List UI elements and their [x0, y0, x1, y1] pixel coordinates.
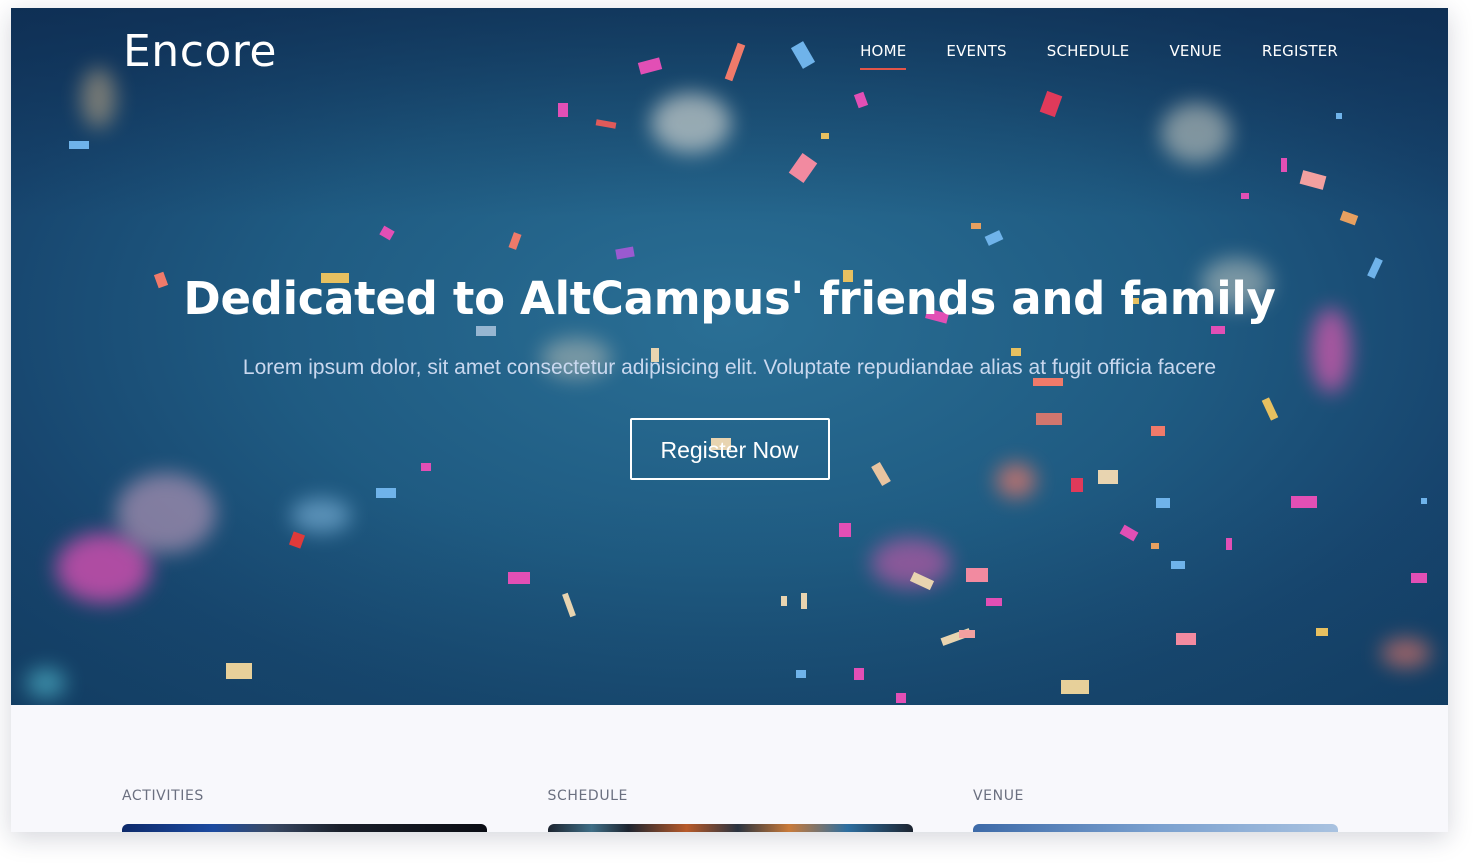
content-sections: ACTIVITIES SCHEDULE VENUE [122, 788, 1338, 832]
nav-item-home[interactable]: HOME [860, 42, 907, 70]
section-label: SCHEDULE [547, 788, 629, 804]
nav-item-register[interactable]: REGISTER [1262, 42, 1338, 70]
nav-item-events[interactable]: EVENTS [946, 42, 1006, 70]
hero-subtitle: Lorem ipsum dolor, sit amet consectetur … [242, 356, 1217, 379]
schedule-image[interactable] [547, 824, 913, 832]
section-label: ACTIVITIES [122, 788, 204, 804]
section-schedule: SCHEDULE [547, 788, 913, 832]
hero-title: Dedicated to AltCampus' friends and fami… [183, 272, 1276, 325]
nav-item-schedule[interactable]: SCHEDULE [1047, 42, 1130, 70]
section-label: VENUE [973, 788, 1024, 804]
section-activities: ACTIVITIES [122, 788, 487, 832]
venue-image[interactable] [973, 824, 1338, 832]
brand-logo[interactable]: Encore [123, 26, 277, 77]
hero-banner: Encore HOME EVENTS SCHEDULE VENUE REGIST… [11, 8, 1448, 705]
nav-item-venue[interactable]: VENUE [1169, 42, 1221, 70]
hero-content: Dedicated to AltCampus' friends and fami… [11, 272, 1448, 480]
main-nav: HOME EVENTS SCHEDULE VENUE REGISTER [860, 42, 1338, 70]
browser-viewport: Encore HOME EVENTS SCHEDULE VENUE REGIST… [11, 8, 1448, 832]
activities-image[interactable] [122, 824, 487, 832]
section-venue: VENUE [973, 788, 1338, 832]
register-now-button[interactable]: Register Now [629, 418, 830, 480]
